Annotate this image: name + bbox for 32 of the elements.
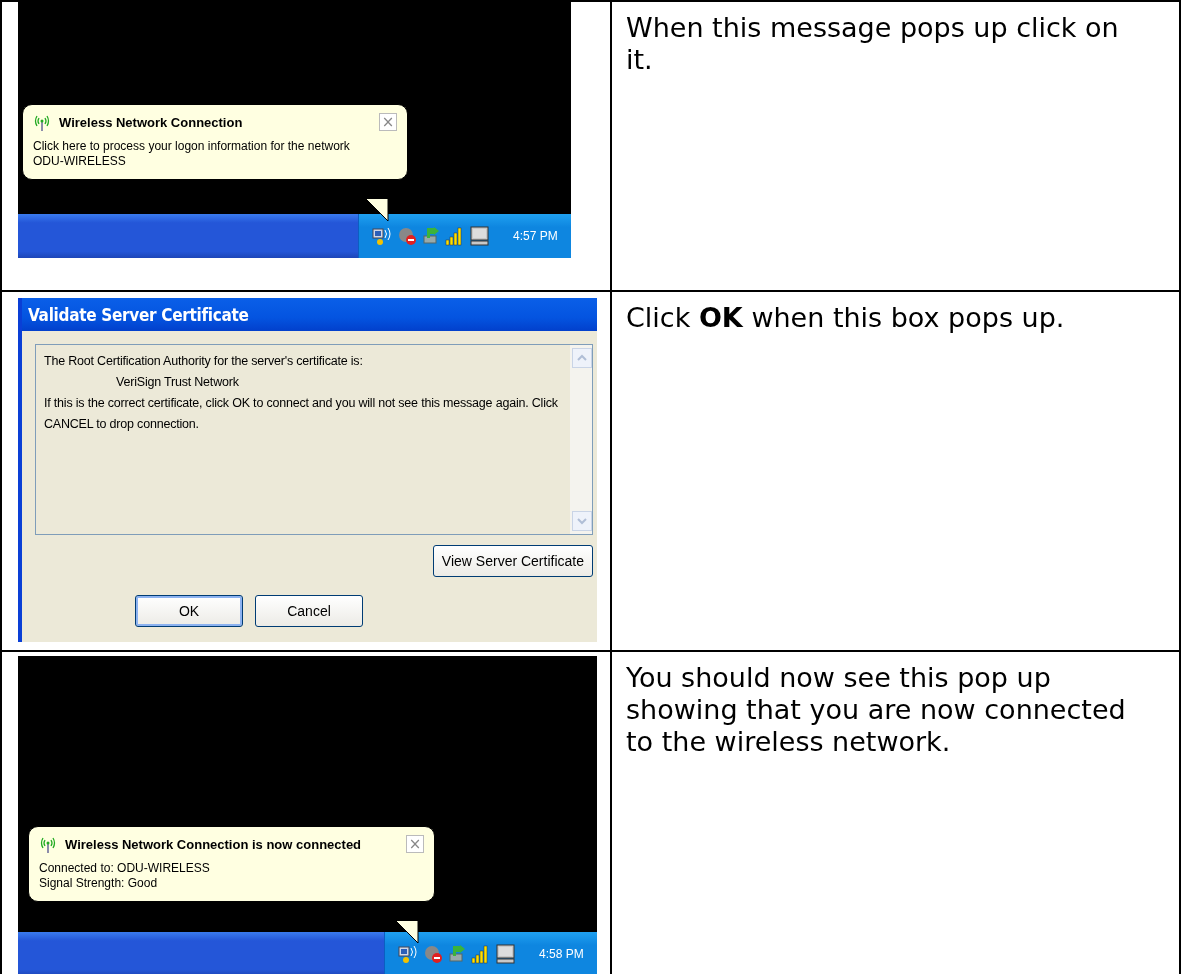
close-button[interactable]: × (406, 835, 424, 853)
clock: 4:57 PM (513, 229, 558, 243)
network-computer-icon[interactable] (371, 226, 393, 246)
message-text: If this is the correct certificate, click OK to connect and you will not see this message again. Click CANCEL to drop connection. (44, 395, 559, 433)
balloon-title: Wireless Network Connection is now connected (65, 836, 362, 852)
balloon-message: Connected to: ODU-WIRELESS (39, 861, 211, 876)
network-computer-icon[interactable] (397, 944, 419, 964)
instruction-text: Click OK when this box pops up. (625, 301, 1066, 334)
notification-balloon[interactable]: Wireless Network Connection × Click here to process your logon information for the network ODU-WIRELESS (22, 104, 408, 180)
wireless-antenna-icon (33, 113, 51, 131)
speaker-muted-icon[interactable] (397, 226, 417, 246)
message-text: The Root Certification Authority for the server's certificate is: (44, 353, 364, 370)
window-title: Validate Server Certificate (22, 298, 597, 331)
message-text: VeriSign Trust Network (115, 374, 240, 391)
monitor-icon[interactable] (495, 944, 517, 964)
wireless-antenna-icon (39, 835, 57, 853)
cancel-button[interactable]: Cancel (255, 595, 363, 627)
monitor-icon[interactable] (469, 226, 491, 246)
clock: 4:58 PM (539, 947, 584, 961)
instruction-text: You should now see this pop up showing that you are now connected to the wireless network. (625, 661, 1127, 758)
balloon-message: Signal Strength: Good (39, 876, 159, 891)
ok-button[interactable]: OK (135, 595, 243, 627)
balloon-title: Wireless Network Connection (59, 114, 243, 130)
close-button[interactable]: × (379, 113, 397, 131)
instruction-text: When this message pops up click on it. (625, 11, 1120, 76)
balloon-message: ODU-WIRELESS (33, 154, 127, 169)
view-certificate-button[interactable]: View Server Certificate (432, 545, 593, 577)
balloon-message: Click here to process your logon information for the network (33, 139, 351, 154)
speaker-muted-icon[interactable] (423, 944, 443, 964)
notification-balloon[interactable]: Wireless Network Connection is now connected × Connected to: ODU-WIRELESS Signal Strength: Good (28, 826, 435, 902)
signal-bars-icon[interactable] (471, 944, 491, 964)
signal-bars-icon[interactable] (445, 226, 465, 246)
